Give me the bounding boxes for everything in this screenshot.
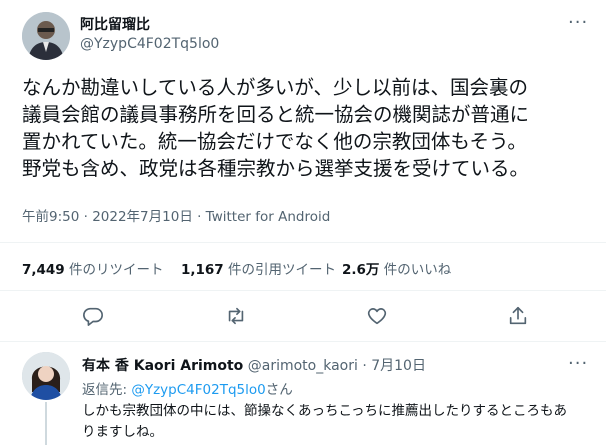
- tweet-text-line: 置かれていた。統一協会だけでなく他の宗教団体もそう。: [22, 130, 527, 153]
- tweet-text-line: 議員会館の議員事務所を回ると統一協会の機関誌が普通に: [22, 103, 530, 126]
- reply-author-avatar[interactable]: [22, 352, 70, 400]
- reply-author-name[interactable]: 有本 香 Kaori Arimoto: [82, 358, 243, 374]
- tweet-text-line: 野党も含め、政党は各種宗教から選挙支援を受けている。: [22, 157, 530, 180]
- tweet-timestamp[interactable]: 午前9:50 · 2022年7月10日 · Twitter for Androi…: [22, 205, 330, 225]
- reply-text-line: しかも宗教団体の中には、節操なくあっちこっちに推薦出したりするところもあ: [82, 403, 568, 419]
- quote-count-label: 件の引用ツイート: [228, 262, 336, 278]
- author-avatar[interactable]: [22, 12, 70, 60]
- reply-author-handle[interactable]: @arimoto_kaori: [248, 358, 358, 374]
- retweet-count-label: 件のリツイート: [69, 262, 164, 278]
- like-count-value: 2.6万: [342, 262, 380, 278]
- reply-text-line: りますしね。: [82, 424, 163, 440]
- like-count-label: 件のいいね: [383, 262, 452, 278]
- reply-more-icon[interactable]: ···: [568, 353, 588, 374]
- tweet-text-line: なんか勘違いしている人が多いが、少し以前は、国会裏の: [22, 76, 529, 99]
- reply-icon[interactable]: [82, 305, 104, 327]
- reply-header: 有本 香 Kaori Arimoto @arimoto_kaori · 7月10…: [82, 355, 426, 375]
- author-name[interactable]: 阿比留瑠比: [80, 14, 150, 34]
- divider: [0, 242, 606, 243]
- reply-date[interactable]: · 7月10日: [362, 358, 426, 374]
- quote-count[interactable]: 1,167 件の引用ツイート: [181, 258, 336, 278]
- replying-to-suffix: さん: [265, 382, 293, 398]
- retweet-count-value: 7,449: [22, 262, 65, 278]
- like-icon[interactable]: [366, 305, 388, 327]
- replying-to: 返信先: @YzypC4F02Tq5lo0さん: [82, 378, 293, 398]
- author-handle[interactable]: @YzypC4F02Tq5lo0: [80, 36, 219, 52]
- reply-text: しかも宗教団体の中には、節操なくあっちこっちに推薦出したりするところもあ ります…: [82, 401, 567, 443]
- tweet-text: なんか勘違いしている人が多いが、少し以前は、国会裏の 議員会館の議員事務所を回る…: [22, 74, 529, 182]
- quote-count-value: 1,167: [181, 262, 224, 278]
- retweet-icon[interactable]: [225, 305, 247, 327]
- share-icon[interactable]: [507, 305, 529, 327]
- like-count[interactable]: 2.6万 件のいいね: [342, 258, 451, 278]
- retweet-count[interactable]: 7,449 件のリツイート: [22, 258, 164, 278]
- divider: [0, 341, 606, 342]
- more-icon[interactable]: ···: [568, 12, 588, 33]
- reply-thread-line: [45, 402, 47, 445]
- replying-to-handle[interactable]: @YzypC4F02Tq5lo0: [131, 382, 265, 398]
- divider: [0, 290, 606, 291]
- replying-to-prefix: 返信先:: [82, 382, 132, 398]
